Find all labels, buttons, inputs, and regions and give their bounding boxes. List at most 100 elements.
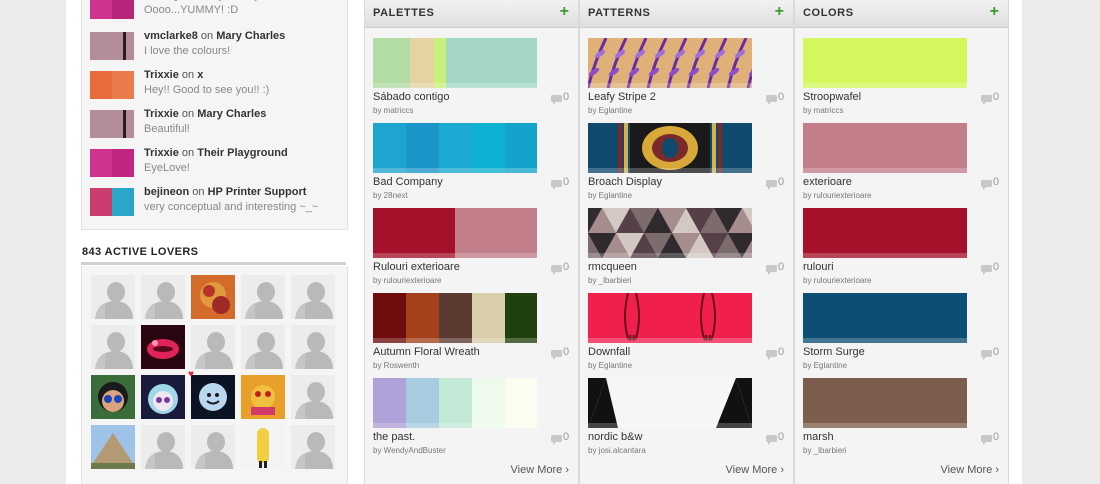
comment-item[interactable]: Trixxie on x Hey!! Good to see you!! :) [90, 68, 350, 102]
item-title[interactable]: Bad Company [373, 176, 443, 188]
add-button[interactable]: + [775, 3, 784, 21]
lover-avatar[interactable] [291, 375, 335, 419]
lover-avatar[interactable] [141, 275, 185, 319]
column-item[interactable]: marsh by _lbarbieri 0 [803, 378, 1000, 458]
item-title[interactable]: Autumn Floral Wreath [373, 346, 480, 358]
item-swatch[interactable] [588, 123, 752, 173]
comment-target-link[interactable]: Mary Charles [197, 108, 266, 120]
column-item[interactable]: Bad Company by 28next 0 [373, 123, 570, 203]
column-item[interactable]: Leafy Stripe 2 by Eglantine 0 [588, 38, 785, 118]
column-item[interactable]: Autumn Floral Wreath by Roswenth 0 [373, 293, 570, 373]
item-swatch[interactable] [803, 123, 967, 173]
item-author[interactable]: by WendyAndBuster [373, 446, 446, 455]
item-swatch[interactable] [588, 378, 752, 428]
item-title[interactable]: nordic b&w [588, 431, 642, 443]
column-item[interactable]: rulouri by rulouriexterioare 0 [803, 208, 1000, 288]
item-title[interactable]: rmcqueen [588, 261, 637, 273]
lover-avatar[interactable] [91, 275, 135, 319]
comment-target-link[interactable]: Mary Charles [216, 30, 285, 42]
item-swatch[interactable] [803, 378, 967, 428]
lover-avatar[interactable] [141, 375, 185, 419]
item-swatch[interactable] [803, 208, 967, 258]
comment-item[interactable]: Trixxie on Their Playground EyeLove! [90, 146, 350, 180]
comment-item[interactable]: bejineon on HP Printer Support very conce… [90, 185, 350, 219]
item-author[interactable]: by 28next [373, 191, 408, 200]
lover-avatar[interactable] [91, 325, 135, 369]
item-author[interactable]: by rulouriexterioare [803, 276, 871, 285]
item-title[interactable]: Sábado contigo [373, 91, 449, 103]
lover-avatar[interactable] [291, 325, 335, 369]
lover-avatar[interactable] [141, 325, 185, 369]
item-title[interactable]: rulouri [803, 261, 834, 273]
comment-target-link[interactable]: x [197, 69, 203, 81]
item-author[interactable]: by rulouriexterioare [803, 191, 871, 200]
item-author[interactable]: by Eglantine [588, 106, 632, 115]
view-more-link[interactable]: View More › [726, 464, 784, 476]
column-item[interactable]: rmcqueen by _lbarbieri 0 [588, 208, 785, 288]
item-author[interactable]: by rulouriexterioare [373, 276, 441, 285]
item-author[interactable]: by Eglantine [803, 361, 847, 370]
comment-target-link[interactable]: daisy dandy [197, 0, 261, 1]
column-item[interactable]: Stroopwafel by matriccs 0 [803, 38, 1000, 118]
view-more-link[interactable]: View More › [511, 464, 569, 476]
column-item[interactable]: Broach Display by Eglantine 0 [588, 123, 785, 203]
item-title[interactable]: Storm Surge [803, 346, 865, 358]
lover-avatar[interactable] [241, 425, 285, 469]
comment-thumbnail[interactable] [90, 32, 134, 60]
item-title[interactable]: marsh [803, 431, 834, 443]
comment-item[interactable]: vmclarke8 on Mary Charles I love the colo… [90, 29, 350, 63]
comment-author-link[interactable]: vmclarke8 [144, 30, 198, 42]
item-title[interactable]: exterioare [803, 176, 852, 188]
item-author[interactable]: by matriccs [803, 106, 843, 115]
item-swatch[interactable] [588, 38, 752, 88]
comment-item[interactable]: Trixxie on Mary Charles Beautiful! [90, 107, 350, 141]
item-author[interactable]: by Eglantine [588, 361, 632, 370]
item-author[interactable]: by matriccs [373, 106, 413, 115]
item-swatch[interactable] [373, 123, 537, 173]
comment-author-link[interactable]: Trixxie [144, 108, 179, 120]
item-swatch[interactable] [588, 208, 752, 258]
lover-avatar[interactable] [291, 275, 335, 319]
comment-thumbnail[interactable] [90, 71, 134, 99]
lover-avatar[interactable] [241, 325, 285, 369]
lover-avatar[interactable] [291, 425, 335, 469]
item-swatch[interactable] [373, 208, 537, 258]
lover-avatar[interactable] [191, 425, 235, 469]
item-author[interactable]: by _lbarbieri [588, 276, 632, 285]
add-button[interactable]: + [990, 3, 999, 21]
item-title[interactable]: the past. [373, 431, 415, 443]
lover-avatar[interactable] [141, 425, 185, 469]
view-more-link[interactable]: View More › [941, 464, 999, 476]
comment-author-link[interactable]: Trixxie [144, 147, 179, 159]
item-title[interactable]: Leafy Stripe 2 [588, 91, 656, 103]
lover-avatar[interactable] [191, 325, 235, 369]
comment-thumbnail[interactable] [90, 0, 134, 19]
comment-thumbnail[interactable] [90, 188, 134, 216]
item-author[interactable]: by _lbarbieri [803, 446, 847, 455]
column-item[interactable]: the past. by WendyAndBuster 0 [373, 378, 570, 458]
item-swatch[interactable] [588, 293, 752, 343]
lover-avatar[interactable] [241, 275, 285, 319]
lover-avatar[interactable] [241, 375, 285, 419]
item-title[interactable]: Broach Display [588, 176, 662, 188]
comment-author-link[interactable]: bejineon [144, 186, 189, 198]
item-swatch[interactable] [373, 378, 537, 428]
comment-thumbnail[interactable] [90, 110, 134, 138]
comment-author-link[interactable]: Trixxie [144, 69, 179, 81]
column-item[interactable]: Storm Surge by Eglantine 0 [803, 293, 1000, 373]
comment-thumbnail[interactable] [90, 149, 134, 177]
lover-avatar[interactable] [191, 275, 235, 319]
item-author[interactable]: by Eglantine [588, 191, 632, 200]
item-swatch[interactable] [373, 293, 537, 343]
comment-item[interactable]: SuezQ on daisy dandy Oooo...YUMMY! :D [90, 0, 350, 22]
item-title[interactable]: Rulouri exterioare [373, 261, 460, 273]
lover-avatar[interactable] [91, 425, 135, 469]
column-item[interactable]: nordic b&w by josi.alcantara 0 [588, 378, 785, 458]
item-title[interactable]: Downfall [588, 346, 630, 358]
lover-avatar[interactable] [191, 375, 235, 419]
column-item[interactable]: Downfall by Eglantine 0 [588, 293, 785, 373]
add-button[interactable]: + [560, 3, 569, 21]
item-title[interactable]: Stroopwafel [803, 91, 861, 103]
column-item[interactable]: Sábado contigo by matriccs 0 [373, 38, 570, 118]
item-author[interactable]: by josi.alcantara [588, 446, 646, 455]
